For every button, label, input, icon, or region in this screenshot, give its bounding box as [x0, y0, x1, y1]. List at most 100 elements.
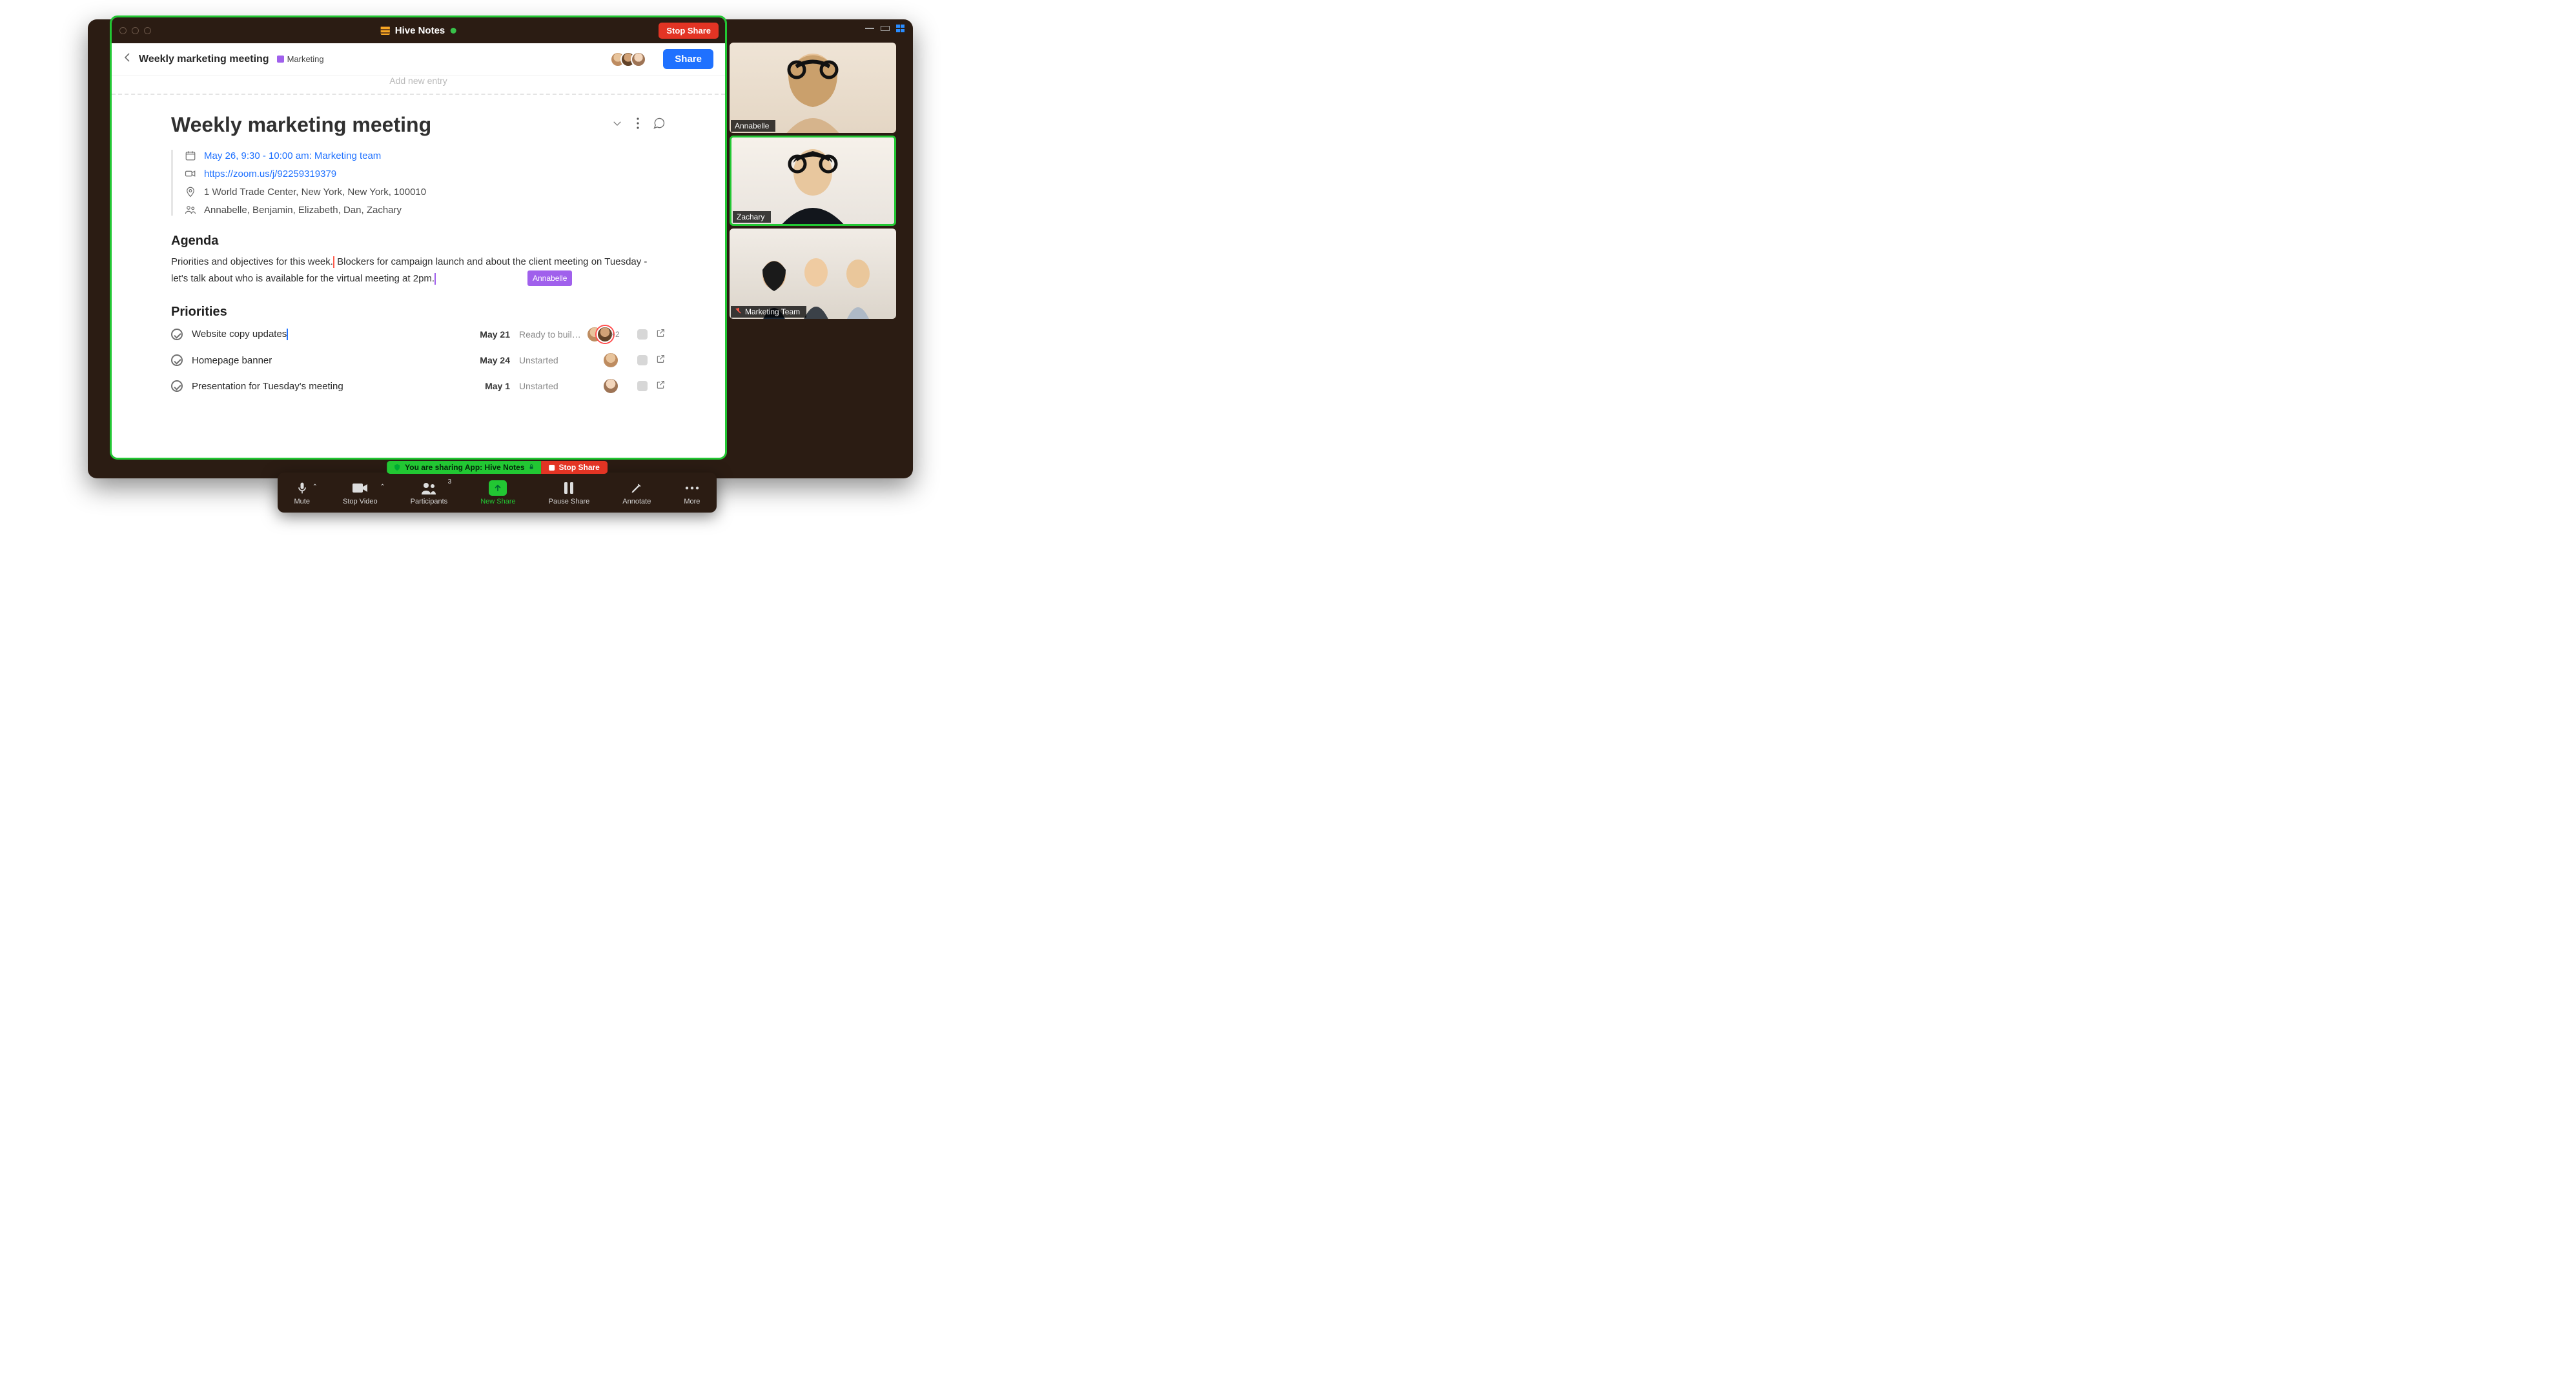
maximize-icon[interactable] — [881, 26, 890, 31]
meta-link[interactable]: https://zoom.us/j/92259319379 — [185, 168, 666, 179]
live-indicator-icon — [450, 28, 456, 34]
task-name[interactable]: Presentation for Tuesday's meeting — [192, 381, 456, 392]
video-label: Zachary — [733, 211, 771, 223]
comment-icon[interactable] — [653, 117, 666, 133]
stop-share-button[interactable]: Stop Share — [659, 23, 719, 39]
toolbar-label: Stop Video — [343, 498, 378, 505]
avatar — [602, 378, 619, 394]
close-dot[interactable] — [119, 27, 127, 34]
stop-icon — [549, 465, 555, 471]
toolbar-mute[interactable]: Mute ⌃ — [294, 480, 310, 505]
avatar — [602, 352, 619, 369]
schedule-text[interactable]: May 26, 9:30 - 10:00 am: Marketing team — [204, 150, 381, 161]
stop-share-banner-button[interactable]: Stop Share — [542, 461, 608, 474]
participant-name: Zachary — [737, 212, 764, 221]
toolbar-label: Annotate — [622, 498, 651, 505]
task-checkbox[interactable] — [171, 354, 183, 366]
project-tag[interactable]: Marketing — [277, 54, 324, 64]
document-title[interactable]: Weekly marketing meeting — [171, 113, 597, 137]
chevron-up-icon[interactable]: ⌃ — [312, 484, 318, 491]
shield-icon — [393, 463, 401, 471]
meeting-meta: May 26, 9:30 - 10:00 am: Marketing team … — [171, 150, 666, 216]
task-due[interactable]: May 24 — [465, 355, 510, 365]
video-tile-marketing-team[interactable]: Marketing Team — [730, 229, 896, 319]
task-color-chip[interactable] — [637, 381, 648, 391]
task-due[interactable]: May 1 — [465, 381, 510, 391]
zoom-dot[interactable] — [144, 27, 151, 34]
more-vertical-icon[interactable] — [636, 117, 640, 132]
collab-cursor-red — [333, 256, 334, 268]
priorities-heading: Priorities — [171, 305, 666, 320]
video-label: Marketing Team — [731, 306, 806, 318]
task-name[interactable]: Homepage banner — [192, 355, 456, 366]
task-status[interactable]: Unstarted — [519, 381, 584, 391]
participant-name: Annabelle — [735, 121, 769, 130]
gallery-view-icon[interactable] — [896, 25, 905, 32]
agenda-text[interactable]: Priorities and objectives for this week.… — [171, 254, 666, 287]
task-row[interactable]: Website copy updates May 21 Ready to bui… — [171, 326, 666, 343]
task-row[interactable]: Presentation for Tuesday's meeting May 1… — [171, 378, 666, 394]
sharing-banner-text: You are sharing App: Hive Notes — [405, 463, 524, 472]
video-label: Annabelle — [731, 120, 775, 132]
minimize-dot[interactable] — [132, 27, 139, 34]
collaborator-avatars[interactable] — [615, 52, 646, 67]
zoom-link[interactable]: https://zoom.us/j/92259319379 — [204, 168, 336, 179]
task-status[interactable]: Ready to buil… — [519, 329, 584, 340]
agenda-heading: Agenda — [171, 234, 666, 249]
chevron-up-icon[interactable]: ⌃ — [380, 484, 385, 491]
toolbar-stop-video[interactable]: Stop Video ⌃ — [343, 480, 378, 505]
extra-count: +2 — [611, 330, 620, 339]
location-icon — [185, 186, 196, 198]
toolbar-label: Pause Share — [549, 498, 590, 505]
share-screen-icon — [489, 480, 507, 496]
window-traffic-lights[interactable] — [119, 27, 151, 34]
video-tile-annabelle[interactable]: Annabelle — [730, 43, 896, 133]
collab-cursor-blue — [287, 329, 288, 340]
participants-icon — [420, 480, 437, 496]
add-entry-row[interactable]: Add new entry — [112, 76, 725, 95]
toolbar-more[interactable]: More — [684, 480, 700, 505]
task-status[interactable]: Unstarted — [519, 355, 584, 365]
zoom-toolbar: Mute ⌃ Stop Video ⌃ Participants 3 New S… — [278, 473, 717, 513]
toolbar-participants[interactable]: Participants 3 — [411, 480, 447, 505]
app-title: Hive Notes — [381, 25, 456, 36]
task-due[interactable]: May 21 — [465, 329, 510, 340]
task-assignees[interactable] — [593, 352, 628, 369]
more-horizontal-icon — [684, 480, 700, 496]
task-checkbox[interactable] — [171, 329, 183, 340]
sharing-banner: You are sharing App: Hive Notes Stop Sha… — [387, 461, 608, 474]
toolbar-new-share[interactable]: New Share — [480, 480, 515, 505]
meta-schedule[interactable]: May 26, 9:30 - 10:00 am: Marketing team — [185, 150, 666, 161]
chevron-down-icon[interactable] — [611, 117, 623, 132]
task-color-chip[interactable] — [637, 355, 648, 365]
back-chevron-icon[interactable] — [123, 52, 131, 66]
shared-app-hive-notes: Hive Notes Stop Share Weekly marketing m… — [110, 15, 727, 460]
pencil-icon — [630, 480, 643, 496]
task-assignees[interactable]: +2 — [593, 326, 628, 343]
agenda-text-a: Priorities and objectives for this week. — [171, 256, 333, 267]
meta-attendees: Annabelle, Benjamin, Elizabeth, Dan, Zac… — [185, 204, 666, 216]
collab-cursor-label: Annabelle — [527, 270, 572, 286]
doc-header: Weekly marketing meeting Marketing Share — [112, 43, 725, 76]
task-row[interactable]: Homepage banner May 24 Unstarted — [171, 352, 666, 369]
participant-name: Marketing Team — [745, 307, 800, 316]
open-external-icon[interactable] — [655, 380, 666, 393]
location-text: 1 World Trade Center, New York, New York… — [204, 187, 426, 198]
sharing-banner-info[interactable]: You are sharing App: Hive Notes — [387, 461, 541, 474]
open-external-icon[interactable] — [655, 328, 666, 341]
people-icon — [185, 204, 196, 216]
task-checkbox[interactable] — [171, 380, 183, 392]
share-button[interactable]: Share — [663, 49, 713, 69]
minimize-icon[interactable] — [865, 28, 874, 29]
task-color-chip[interactable] — [637, 329, 648, 340]
task-assignees[interactable] — [593, 378, 628, 394]
video-icon — [352, 480, 369, 496]
open-external-icon[interactable] — [655, 354, 666, 367]
breadcrumb-title[interactable]: Weekly marketing meeting — [139, 54, 269, 65]
video-tile-zachary[interactable]: Zachary — [730, 136, 896, 226]
toolbar-pause-share[interactable]: Pause Share — [549, 480, 590, 505]
task-name[interactable]: Website copy updates — [192, 329, 456, 340]
toolbar-annotate[interactable]: Annotate — [622, 480, 651, 505]
app-title-text: Hive Notes — [395, 25, 445, 36]
toolbar-label: Participants — [411, 498, 447, 505]
